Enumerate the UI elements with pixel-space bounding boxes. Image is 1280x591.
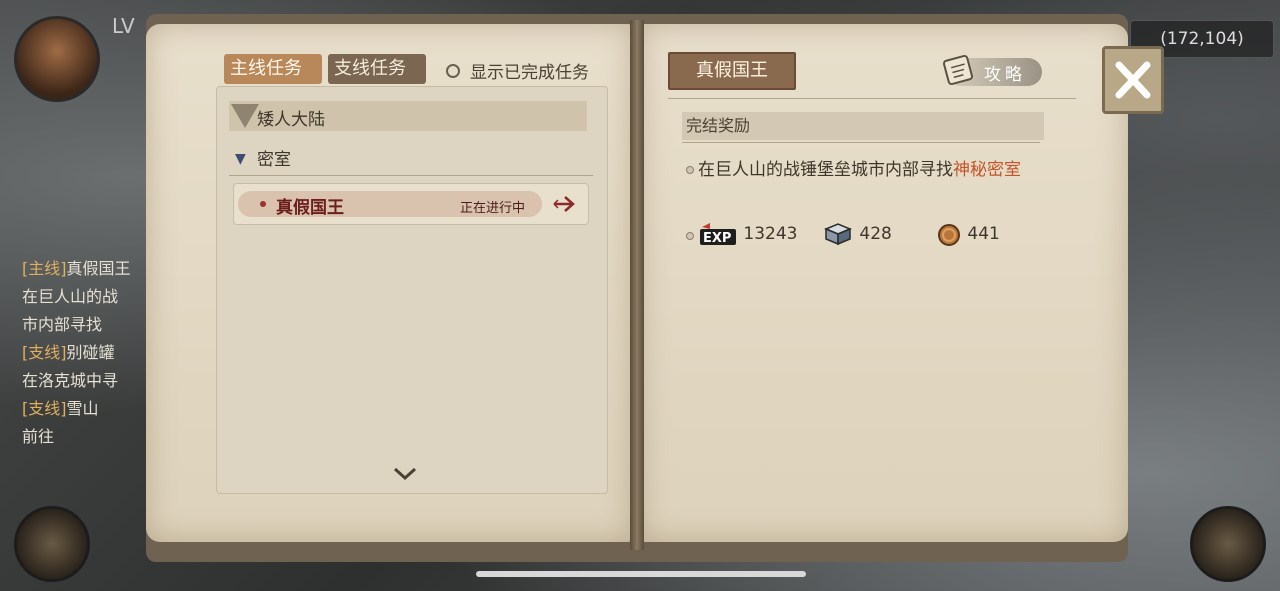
crystal-icon xyxy=(824,223,852,246)
collapse-triangle-icon xyxy=(231,104,259,128)
tracker-line: 在巨人山的战 xyxy=(22,287,119,306)
crystal-reward: 428 xyxy=(822,220,892,248)
guide-button[interactable]: 攻略 xyxy=(942,54,1042,86)
exp-icon: EXP xyxy=(700,223,736,246)
guide-label: 攻略 xyxy=(984,65,1026,85)
tracker-line: [支线]雪山 xyxy=(22,399,99,418)
close-icon xyxy=(1115,61,1151,99)
chevron-down-icon[interactable] xyxy=(391,465,419,483)
category-triangle-icon: ▼ xyxy=(235,151,246,167)
quest-book-icon[interactable] xyxy=(14,506,90,582)
quest-title: 真假国王 xyxy=(668,52,796,90)
tab-main-quests[interactable]: 主线任务 xyxy=(224,54,322,84)
tracker-line: [支线]别碰罐 xyxy=(22,343,115,362)
quest-list-item[interactable]: 真假国王 正在进行中 xyxy=(233,183,589,225)
tracker-line: 市内部寻找 xyxy=(22,315,103,334)
show-completed-radio[interactable] xyxy=(446,64,460,78)
player-avatar[interactable] xyxy=(14,16,100,102)
quest-description: 在巨人山的战锤堡垒城市内部寻找神秘密室 xyxy=(698,160,1021,180)
quest-status: 正在进行中 xyxy=(460,201,526,216)
quest-tracker[interactable]: [主线]真假国王 在巨人山的战 市内部寻找 [支线]别碰罐 在洛克城中寻 [支线… xyxy=(22,258,142,454)
tab-side-quests[interactable]: 支线任务 xyxy=(328,54,426,84)
go-arrow-icon[interactable] xyxy=(552,192,578,216)
level-label: LV xyxy=(112,14,135,38)
reward-bullet xyxy=(686,232,694,240)
category-divider xyxy=(229,175,593,176)
tracker-line: 前往 xyxy=(22,427,55,446)
house-icon[interactable] xyxy=(1190,506,1266,582)
title-divider xyxy=(668,98,1076,99)
quest-list-panel: 矮人大陆 ▼ 密室 真假国王 正在进行中 xyxy=(216,86,608,494)
quest-bullet xyxy=(260,201,266,207)
desc-bullet xyxy=(686,166,694,174)
home-indicator[interactable] xyxy=(476,571,806,577)
tracker-line: 在洛克城中寻 xyxy=(22,371,119,390)
coin-reward: 441 xyxy=(936,220,1000,248)
book-spine xyxy=(630,20,644,550)
region-header[interactable]: 矮人大陆 xyxy=(229,101,587,131)
tracker-line: [主线]真假国王 xyxy=(22,259,131,278)
reward-header: 完结奖励 xyxy=(682,112,1044,140)
exp-reward: EXP 13243 xyxy=(698,220,798,248)
category-label[interactable]: 密室 xyxy=(257,145,291,170)
show-completed-label[interactable]: 显示已完成任务 xyxy=(470,58,589,83)
coin-icon xyxy=(938,224,960,246)
reward-divider xyxy=(682,142,1040,143)
scroll-icon xyxy=(942,54,974,86)
right-page xyxy=(640,24,1128,542)
svg-text:EXP: EXP xyxy=(703,231,731,246)
region-label: 矮人大陆 xyxy=(257,110,325,130)
highlight-location: 神秘密室 xyxy=(953,160,1021,180)
close-button[interactable] xyxy=(1102,46,1164,114)
quest-name: 真假国王 xyxy=(276,198,344,218)
quest-book: 主线任务 支线任务 显示已完成任务 矮人大陆 ▼ 密室 真假国王 正在进行中 真… xyxy=(146,14,1128,562)
